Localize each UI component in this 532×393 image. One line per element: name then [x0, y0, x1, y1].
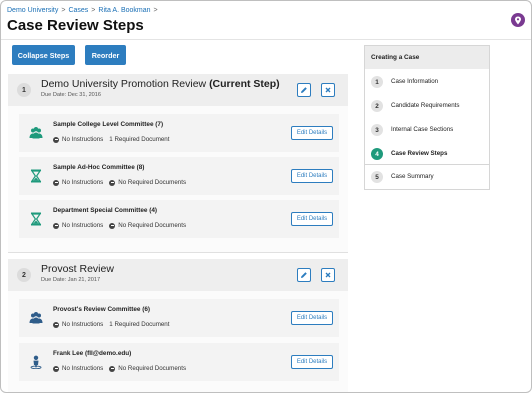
instructions-status: No Instructions	[62, 179, 104, 186]
committee-meta: No Instructions No Required Documents	[53, 179, 186, 186]
header-divider	[1, 39, 531, 40]
committee-row: Sample College Level Committee (7) No In…	[19, 114, 339, 152]
sidebar-step-number: 3	[371, 124, 383, 136]
documents-status: No Required Documents	[118, 365, 187, 372]
committee-meta: No Instructions No Required Documents	[53, 222, 186, 229]
sidebar-item-case-information[interactable]: 1 Case Information	[365, 70, 489, 94]
sidebar-item-label: Case Review Steps	[391, 150, 448, 157]
documents-status: 1 Required Document	[109, 321, 170, 328]
edit-details-button[interactable]: Edit Details	[291, 311, 333, 325]
edit-details-button[interactable]: Edit Details	[291, 126, 333, 140]
committee-name: Frank Lee (fll@demo.edu)	[53, 350, 132, 357]
step-number: 2	[17, 268, 31, 282]
sidebar-step-number: 5	[371, 171, 383, 183]
breadcrumb-item-candidate[interactable]: Rita A. Bookman	[98, 7, 150, 14]
committee-name: Provost's Review Committee (6)	[53, 306, 151, 313]
minus-circle-icon	[53, 222, 59, 229]
minus-circle-icon	[53, 136, 59, 143]
sidebar-step-number: 4	[371, 148, 383, 160]
hourglass-icon	[30, 212, 42, 226]
edit-details-button[interactable]: Edit Details	[291, 212, 333, 226]
close-icon[interactable]	[321, 268, 335, 282]
page-title: Case Review Steps	[7, 17, 144, 34]
sidebar-item-label: Case Information	[391, 78, 439, 85]
current-step-tag: (Current Step)	[209, 78, 280, 90]
breadcrumb-separator: >	[91, 7, 96, 14]
step-number: 1	[17, 83, 31, 97]
committee-row: Provost's Review Committee (6) No Instru…	[19, 299, 339, 337]
map-pin-icon[interactable]	[511, 13, 525, 27]
hourglass-icon	[30, 169, 42, 183]
minus-circle-icon	[53, 179, 59, 186]
sidebar-step-number: 2	[371, 100, 383, 112]
case-wizard-sidebar: Creating a Case 1 Case Information 2 Can…	[364, 45, 490, 190]
edit-details-button[interactable]: Edit Details	[291, 355, 333, 369]
step-title-text: Demo University Promotion Review	[41, 78, 207, 90]
instructions-status: No Instructions	[62, 222, 104, 229]
pencil-icon[interactable]	[297, 268, 311, 282]
committee-row: Department Special Committee (4) No Inst…	[19, 200, 339, 238]
step-header: 1 Demo University Promotion Review (Curr…	[8, 74, 348, 106]
sidebar-item-case-review-steps[interactable]: 4 Case Review Steps	[365, 142, 489, 166]
people-icon	[29, 127, 43, 139]
sidebar-item-candidate-requirements[interactable]: 2 Candidate Requirements	[365, 94, 489, 118]
committee-meta: No Instructions 1 Required Document	[53, 136, 169, 143]
sidebar-step-number: 1	[371, 76, 383, 88]
committee-name: Sample College Level Committee (7)	[53, 121, 164, 128]
committee-name: Department Special Committee (4)	[53, 207, 158, 214]
breadcrumb-separator: >	[153, 7, 158, 14]
breadcrumb-item-university[interactable]: Demo University	[7, 7, 58, 14]
minus-circle-icon	[53, 321, 59, 328]
sidebar-title: Creating a Case	[365, 46, 489, 69]
committee-row: Sample Ad-Hoc Committee (8) No Instructi…	[19, 157, 339, 195]
breadcrumb-item-cases[interactable]: Cases	[68, 7, 88, 14]
breadcrumb: Demo University > Cases > Rita A. Bookman >	[7, 7, 161, 14]
minus-circle-icon	[109, 179, 116, 186]
instructions-status: No Instructions	[62, 321, 104, 328]
sidebar-item-label: Case Summary	[391, 173, 434, 180]
committee-row: Frank Lee (fll@demo.edu) No Instructions…	[19, 343, 339, 381]
instructions-status: No Instructions	[62, 136, 104, 143]
collapse-steps-button[interactable]: Collapse Steps	[12, 45, 75, 65]
people-icon	[29, 312, 43, 324]
step-header: 2 Provost Review Due Date: Jan 21, 2017	[8, 259, 348, 291]
sidebar-item-case-summary[interactable]: 5 Case Summary	[365, 165, 489, 189]
committee-meta: No Instructions No Required Documents	[53, 365, 186, 372]
sidebar-item-label: Internal Case Sections	[391, 126, 454, 133]
minus-circle-icon	[53, 365, 59, 372]
review-step-2: 2 Provost Review Due Date: Jan 21, 2017 …	[8, 259, 348, 392]
documents-status: No Required Documents	[118, 179, 187, 186]
person-icon	[30, 355, 42, 369]
documents-status: No Required Documents	[118, 222, 187, 229]
step-title: Demo University Promotion Review (Curren…	[41, 78, 280, 90]
reorder-button[interactable]: Reorder	[85, 45, 126, 65]
close-icon[interactable]	[321, 83, 335, 97]
pencil-icon[interactable]	[297, 83, 311, 97]
sidebar-item-internal-case-sections[interactable]: 3 Internal Case Sections	[365, 118, 489, 142]
committee-meta: No Instructions 1 Required Document	[53, 321, 169, 328]
step-due-date: Due Date: Dec 31, 2016	[41, 92, 102, 98]
sidebar-item-label: Candidate Requirements	[391, 102, 460, 109]
step-title: Provost Review	[41, 263, 114, 275]
review-step-1: 1 Demo University Promotion Review (Curr…	[8, 74, 348, 253]
minus-circle-icon	[109, 365, 116, 372]
app-window: Demo University > Cases > Rita A. Bookman > C…	[0, 0, 532, 393]
breadcrumb-separator: >	[61, 7, 66, 14]
edit-details-button[interactable]: Edit Details	[291, 169, 333, 183]
minus-circle-icon	[109, 222, 116, 229]
step-title-text: Provost Review	[41, 263, 114, 275]
step-due-date: Due Date: Jan 21, 2017	[41, 277, 101, 283]
committee-name: Sample Ad-Hoc Committee (8)	[53, 164, 145, 171]
instructions-status: No Instructions	[62, 365, 104, 372]
documents-status: 1 Required Document	[109, 136, 170, 143]
